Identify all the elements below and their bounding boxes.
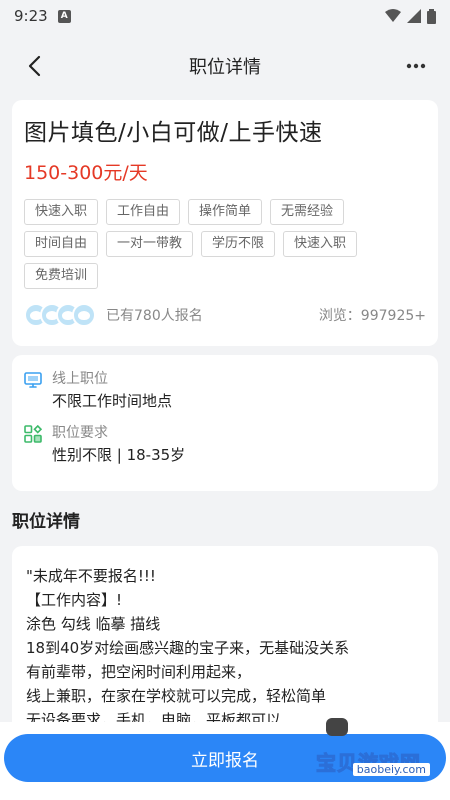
job-info-card: 线上职位 不限工作时间地点 职位要求 性别不限 | 18-35岁 [12,355,438,491]
status-bar: 9:23 A [0,0,450,32]
more-icon [406,63,426,69]
watermark-domain: baobeiy.com [352,763,430,776]
status-time: 9:23 [14,7,48,25]
stats-row: 已有780人报名 浏览：997925+ [24,303,426,327]
job-tag: 一对一带教 [106,231,194,257]
job-tag: 工作自由 [106,199,181,225]
job-tag: 时间自由 [24,231,99,257]
details-section-title: 职位详情 [12,512,80,532]
nav-bar: 职位详情 [0,32,450,100]
job-summary-card: 图片填色/小白可做/上手快速 150-300元/天 快速入职 工作自由 操作简单… [12,100,438,346]
battery-icon [427,8,436,24]
watermark-logo: 宝贝游戏网 baobeiy.com [316,718,444,776]
description-line: 有前辈带，把空闲时间利用起来， [26,663,252,681]
signal-icon [407,9,421,23]
salary: 150-300元/天 [24,162,148,184]
more-button[interactable] [398,48,434,84]
job-tag: 快速入职 [24,199,99,225]
location-value: 不限工作时间地点 [52,392,173,410]
job-title: 图片填色/小白可做/上手快速 [24,120,323,146]
signup-count: 已有780人报名 [106,308,203,324]
description-line: 涂色 勾线 临摹 描线 [26,615,161,633]
requirement-label: 职位要求 [52,425,108,441]
job-tag: 无需经验 [270,199,345,225]
avatar [72,303,96,327]
view-count: 浏览：997925+ [318,308,426,324]
grid-apps-icon [24,425,42,443]
wifi-icon [385,9,401,22]
monitor-icon [24,372,42,388]
description-line: 18到40岁对绘画感兴趣的宝子来，无基础没关系 [26,639,350,657]
gamepad-icon [326,718,348,736]
requirement-row: 职位要求 性别不限 | 18-35岁 [24,423,426,467]
requirement-value: 性别不限 | 18-35岁 [52,446,186,464]
job-tag: 快速入职 [283,231,358,257]
description-line: 线上兼职，在家在学校就可以完成，轻松简单 [26,687,327,705]
location-label: 线上职位 [52,371,108,387]
back-button[interactable] [16,48,52,84]
applicant-avatars [24,303,96,327]
job-tag: 免费培训 [24,263,99,289]
location-row: 线上职位 不限工作时间地点 [24,369,426,413]
job-tags: 快速入职 工作自由 操作简单 无需经验 时间自由 一对一带教 学历不限 快速入职… [24,199,384,289]
description-line: "未成年不要报名!!! [26,567,156,585]
notification-icon: A [57,9,71,23]
job-tag: 学历不限 [201,231,276,257]
description-line: 【工作内容】! [26,591,123,609]
page-title: 职位详情 [189,57,261,78]
job-tag: 操作简单 [188,199,263,225]
chevron-left-icon [28,55,41,77]
